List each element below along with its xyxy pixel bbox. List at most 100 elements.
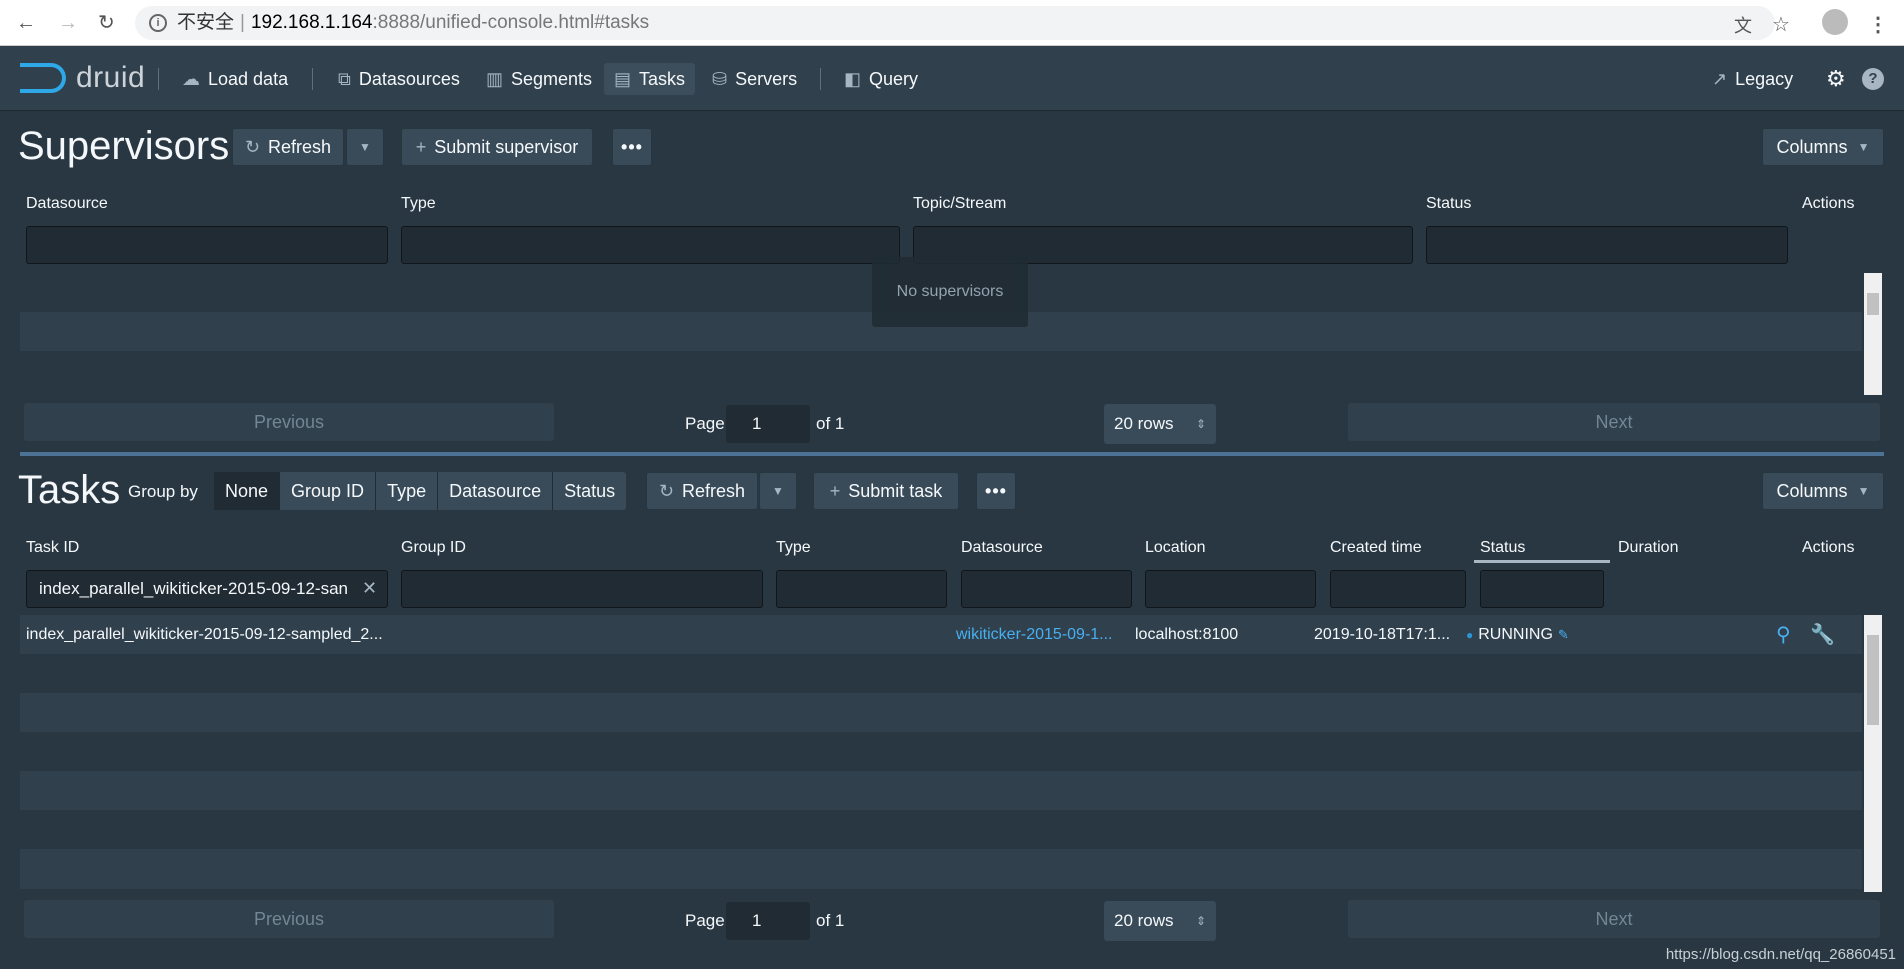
section-divider[interactable] <box>20 452 1884 456</box>
tasks-scrollbar[interactable] <box>1864 615 1882 892</box>
browser-menu-icon[interactable]: ⋮ <box>1868 12 1888 37</box>
nav-tasks-label: Tasks <box>639 68 686 89</box>
database-icon: ⛁ <box>712 68 728 89</box>
group-by-type[interactable]: Type <box>376 472 439 510</box>
sup-col-datasource[interactable]: Datasource <box>26 195 108 213</box>
tasks-previous-button[interactable]: Previous <box>24 900 554 938</box>
tasks-gantt-icon: ▤ <box>614 68 632 89</box>
nav-segments[interactable]: ▥ Segments <box>476 63 602 95</box>
sup-scrollbar-thumb[interactable] <box>1867 293 1879 315</box>
group-by-group-id[interactable]: Group ID <box>280 472 377 510</box>
task-col-location[interactable]: Location <box>1145 539 1206 557</box>
task-col-type[interactable]: Type <box>776 539 811 557</box>
task-created-time-cell: 2019-10-18T17:1... <box>1314 626 1451 643</box>
task-filter-type[interactable] <box>776 570 947 608</box>
sup-scrollbar[interactable] <box>1864 273 1882 395</box>
caret-down-icon: ▼ <box>772 484 784 498</box>
tasks-page-of: of 1 <box>816 911 845 930</box>
task-col-task-id[interactable]: Task ID <box>26 539 79 557</box>
task-id-cell: index_parallel_wikiticker-2015-09-12-sam… <box>26 626 383 643</box>
search-template-icon[interactable]: ⚲ <box>1776 622 1791 647</box>
submit-supervisor-label: Submit supervisor <box>434 136 579 157</box>
table-row <box>20 693 1862 732</box>
tasks-more-button[interactable]: ••• <box>976 472 1016 510</box>
info-icon[interactable]: i <box>149 14 167 32</box>
nav-legacy[interactable]: ↗ Legacy <box>1702 63 1803 95</box>
nav-datasources[interactable]: ⧉ Datasources <box>328 63 470 95</box>
double-caret-icon: ⇕ <box>1195 914 1206 928</box>
sup-col-type[interactable]: Type <box>401 195 436 213</box>
task-filter-status[interactable] <box>1480 570 1604 608</box>
wrench-icon[interactable]: 🔧 <box>1810 622 1835 647</box>
reload-icon[interactable]: ↻ <box>98 12 115 34</box>
task-col-group-id[interactable]: Group ID <box>401 539 466 557</box>
druid-logo-mark-icon <box>20 63 66 93</box>
task-filter-datasource[interactable] <box>961 570 1132 608</box>
task-filter-location[interactable] <box>1145 570 1316 608</box>
sup-filter-type[interactable] <box>401 226 900 264</box>
sup-col-actions: Actions <box>1802 195 1855 212</box>
watermark-text: https://blog.csdn.net/qq_26860451 <box>1665 946 1896 963</box>
url-host: 192.168.1.164 <box>250 12 373 33</box>
group-by-datasource[interactable]: Datasource <box>438 472 554 510</box>
supervisors-title: Supervisors <box>18 124 230 168</box>
forward-icon[interactable]: → <box>58 12 78 34</box>
nav-query[interactable]: ◧ Query <box>834 63 928 95</box>
sup-filter-status[interactable] <box>1426 226 1788 264</box>
tasks-page-input[interactable]: 1 <box>726 902 810 940</box>
task-filter-group-id[interactable] <box>401 570 763 608</box>
task-id-filter-value: index_parallel_wikiticker-2015-09-12-san <box>39 579 348 598</box>
sup-next-button[interactable]: Next <box>1348 403 1880 441</box>
table-row <box>20 810 1862 849</box>
settings-gear-icon[interactable]: ⚙ <box>1816 63 1856 95</box>
sup-previous-button[interactable]: Previous <box>24 403 554 441</box>
group-by-none[interactable]: None <box>214 472 281 510</box>
task-col-created-time[interactable]: Created time <box>1330 539 1422 557</box>
submit-task-button[interactable]: + Submit task <box>813 472 959 510</box>
bookmark-star-icon[interactable]: ☆ <box>1772 12 1790 37</box>
help-icon[interactable]: ? <box>1852 63 1894 95</box>
nav-servers[interactable]: ⛁ Servers <box>702 63 807 95</box>
supervisors-more-button[interactable]: ••• <box>612 128 652 166</box>
tasks-next-button[interactable]: Next <box>1348 900 1880 938</box>
tasks-refresh-button[interactable]: ↻ Refresh <box>646 472 758 510</box>
plus-icon: + <box>829 480 841 501</box>
tasks-page-label: Page <box>685 911 725 930</box>
sup-col-topic-stream[interactable]: Topic/Stream <box>913 195 1006 213</box>
supervisors-columns-button[interactable]: Columns ▼ <box>1762 128 1884 166</box>
sup-page-input[interactable]: 1 <box>726 405 810 443</box>
task-status-cell: ● RUNNING ✎ <box>1466 626 1616 644</box>
tasks-columns-button[interactable]: Columns ▼ <box>1762 472 1884 510</box>
tasks-refresh-dropdown[interactable]: ▼ <box>759 472 797 510</box>
submit-supervisor-button[interactable]: + Submit supervisor <box>401 128 593 166</box>
nav-load-data[interactable]: ☁ Load data <box>172 63 298 95</box>
datasources-icon: ⧉ <box>338 68 351 89</box>
edit-status-icon[interactable]: ✎ <box>1558 627 1569 642</box>
task-col-datasource[interactable]: Datasource <box>961 539 1043 557</box>
clear-filter-icon[interactable]: ✕ <box>362 578 377 599</box>
task-col-status[interactable]: Status <box>1474 539 1610 563</box>
supervisors-refresh-dropdown[interactable]: ▼ <box>346 128 384 166</box>
task-filter-created-time[interactable] <box>1330 570 1466 608</box>
task-filter-task-id[interactable]: index_parallel_wikiticker-2015-09-12-san <box>26 570 388 608</box>
task-datasource-link[interactable]: wikiticker-2015-09-1... <box>956 626 1136 644</box>
profile-avatar[interactable] <box>1822 9 1848 35</box>
supervisors-refresh-button[interactable]: ↻ Refresh <box>232 128 344 166</box>
druid-logo[interactable]: druid <box>20 60 145 96</box>
sup-rows-select[interactable]: 20 rows ⇕ <box>1104 404 1216 444</box>
more-icon: ••• <box>621 136 643 157</box>
group-by-status[interactable]: Status <box>553 472 626 510</box>
sup-col-status[interactable]: Status <box>1426 195 1471 213</box>
nav-tasks[interactable]: ▤ Tasks <box>604 63 696 95</box>
columns-label: Columns <box>1776 136 1848 157</box>
sup-page-label: Page <box>685 414 725 433</box>
table-row[interactable]: index_parallel_wikiticker-2015-09-12-sam… <box>20 615 1862 654</box>
task-col-duration[interactable]: Duration <box>1618 539 1678 557</box>
sup-filter-datasource[interactable] <box>26 226 388 264</box>
back-icon[interactable]: ← <box>16 12 36 34</box>
address-bar[interactable]: i 不安全 | 192.168.1.164:8888/unified-console… <box>135 6 1775 40</box>
translate-icon[interactable]: 文 <box>1734 12 1752 38</box>
tasks-scrollbar-thumb[interactable] <box>1867 635 1879 725</box>
table-row <box>20 849 1862 889</box>
tasks-rows-select[interactable]: 20 rows ⇕ <box>1104 901 1216 941</box>
